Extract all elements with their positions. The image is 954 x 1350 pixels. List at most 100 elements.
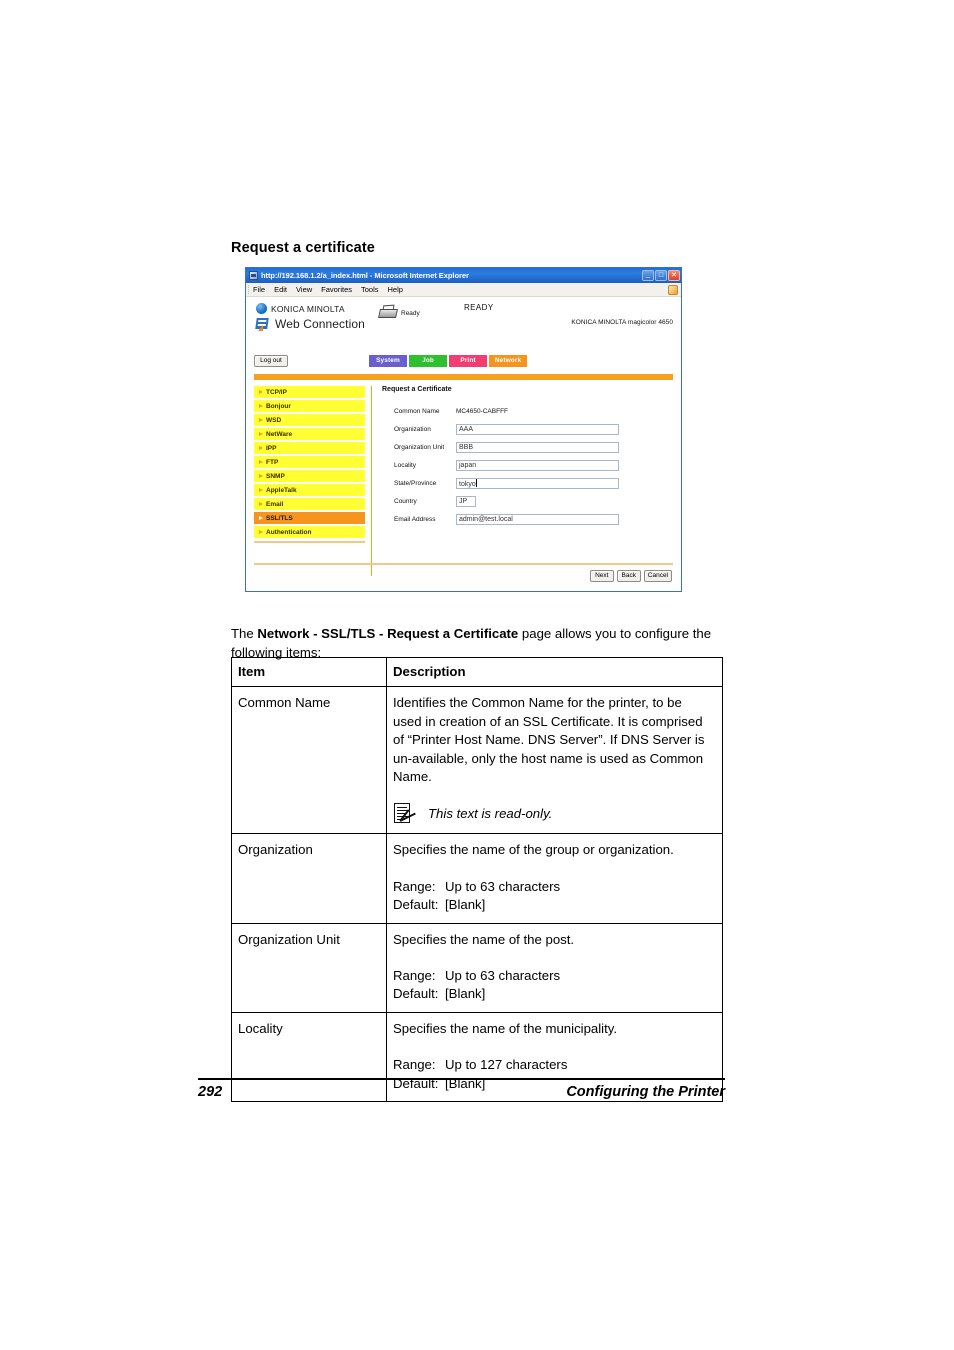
browser-window: http://192.168.1.2/a_index.html - Micros… xyxy=(245,267,682,592)
maximize-button[interactable]: □ xyxy=(655,270,667,281)
row-range: Range: Up to 127 characters xyxy=(393,1056,714,1074)
sidebar-item-ftp[interactable]: FTP xyxy=(254,456,365,468)
state-province-value: tokyo xyxy=(459,480,476,488)
sidebar-item-appletalk[interactable]: AppleTalk xyxy=(254,484,365,496)
sidebar-item-snmp[interactable]: SNMP xyxy=(254,470,365,482)
field-row-organization-unit: Organization Unit BBB xyxy=(382,438,673,456)
table-row: Common Name Identifies the Common Name f… xyxy=(231,686,723,835)
row-description-text: Identifies the Common Name for the print… xyxy=(393,695,705,785)
row-description: Specifies the name of the post. Range: U… xyxy=(386,922,723,1013)
table-row: Organization Specifies the name of the g… xyxy=(231,833,723,924)
range-value: Up to 127 characters xyxy=(445,1057,568,1073)
menu-edit[interactable]: Edit xyxy=(274,285,287,294)
email-label: Email Address xyxy=(394,515,436,523)
chevron-right-icon xyxy=(259,516,263,520)
browser-title-text: http://192.168.1.2/a_index.html - Micros… xyxy=(261,271,469,280)
tab-print[interactable]: Print xyxy=(449,355,487,367)
chevron-right-icon xyxy=(259,432,263,436)
minimize-button[interactable]: _ xyxy=(642,270,654,281)
app-tabbar: Log out System Job Print Network xyxy=(246,355,681,372)
row-item-name: Locality xyxy=(231,1011,387,1103)
organization-unit-label: Organization Unit xyxy=(394,443,445,451)
range-value: Up to 63 characters xyxy=(445,968,561,984)
organization-input[interactable]: AAA xyxy=(456,423,619,435)
next-button[interactable]: Next xyxy=(589,570,614,582)
state-province-label: State/Province xyxy=(394,479,437,487)
page-title: Request a certificate xyxy=(231,240,375,256)
common-name-label: Common Name xyxy=(394,407,440,415)
brand-name: KONICA MINOLTA xyxy=(271,303,345,314)
browser-titlebar: http://192.168.1.2/a_index.html - Micros… xyxy=(246,268,681,283)
chevron-right-icon xyxy=(259,418,263,422)
organization-unit-input[interactable]: BBB xyxy=(456,441,619,453)
form-title: Request a Certificate xyxy=(382,386,452,393)
close-button[interactable]: ✕ xyxy=(668,270,680,281)
intro-bold: Network - SSL/TLS - Request a Certificat… xyxy=(257,626,519,642)
sidebar-item-netware[interactable]: NetWare xyxy=(254,428,365,440)
range-value: Up to 63 characters xyxy=(445,878,561,894)
form-button-row: Next Back Cancel xyxy=(589,570,672,582)
menu-view[interactable]: View xyxy=(296,285,312,294)
ie-document-icon xyxy=(249,271,258,280)
tab-network[interactable]: Network xyxy=(489,355,527,367)
sidebar-item-label: SSL/TLS xyxy=(266,514,293,522)
cancel-button[interactable]: Cancel xyxy=(643,570,672,582)
row-default: Default: [Blank] xyxy=(393,896,714,914)
sidebar-item-label: Bonjour xyxy=(266,402,291,410)
minimize-icon: _ xyxy=(646,271,650,278)
locality-input[interactable]: japan xyxy=(456,459,619,471)
sidebar-item-bonjour[interactable]: Bonjour xyxy=(254,400,365,412)
logout-button[interactable]: Log out xyxy=(254,355,288,367)
sidebar-item-tcpip[interactable]: TCP/IP xyxy=(254,386,365,398)
table-row: Organization Unit Specifies the name of … xyxy=(231,922,723,1013)
field-row-state-province: State/Province tokyo xyxy=(382,474,673,492)
column-header-description: Description xyxy=(386,656,723,688)
tab-job[interactable]: Job xyxy=(409,355,447,367)
locality-label: Locality xyxy=(394,461,417,469)
field-row-email: Email Address admin@test.local xyxy=(382,510,673,528)
organization-label: Organization xyxy=(394,425,431,433)
chevron-right-icon xyxy=(259,390,263,394)
row-description: Identifies the Common Name for the print… xyxy=(386,686,723,835)
sidebar-item-ipp[interactable]: IPP xyxy=(254,442,365,454)
row-item-name: Organization xyxy=(231,833,387,924)
default-value: [Blank] xyxy=(445,986,486,1002)
row-default: Default: [Blank] xyxy=(393,985,714,1003)
sidebar-item-authentication[interactable]: Authentication xyxy=(254,526,365,538)
sidebar-item-label: TCP/IP xyxy=(266,388,287,396)
close-icon: ✕ xyxy=(671,272,677,279)
intro-prefix: The xyxy=(231,626,258,642)
sidebar-item-label: WSD xyxy=(266,416,282,424)
page-number: 292 xyxy=(198,1084,223,1100)
sidebar-nav: TCP/IP Bonjour WSD NetWare IPP FTP SNMP … xyxy=(254,386,372,576)
readonly-note-text: This text is read-only. xyxy=(428,806,553,822)
chevron-right-icon xyxy=(259,474,263,478)
text-caret xyxy=(475,478,477,487)
country-input[interactable]: JP xyxy=(456,495,476,507)
sidebar-item-email[interactable]: Email xyxy=(254,498,365,510)
items-table: Item Description Common Name Identifies … xyxy=(231,656,723,1103)
email-input[interactable]: admin@test.local xyxy=(456,513,619,525)
menu-favorites[interactable]: Favorites xyxy=(321,285,352,294)
sidebar-item-label: SNMP xyxy=(266,472,285,480)
tab-list: System Job Print Network xyxy=(369,355,529,367)
range-key: Range: xyxy=(393,968,436,984)
back-button[interactable]: Back xyxy=(616,570,641,582)
menu-file[interactable]: File xyxy=(253,285,265,294)
printer-icon xyxy=(378,304,399,320)
sidebar-item-wsd[interactable]: WSD xyxy=(254,414,365,426)
row-range: Range: Up to 63 characters xyxy=(393,878,714,896)
app-header: KONICA MINOLTA Web Connection Ready READ… xyxy=(246,297,681,355)
state-province-input[interactable]: tokyo xyxy=(456,477,619,489)
chevron-right-icon xyxy=(259,460,263,464)
menu-help[interactable]: Help xyxy=(388,285,403,294)
table-header-row: Item Description xyxy=(231,656,723,688)
menu-tools[interactable]: Tools xyxy=(361,285,379,294)
range-key: Range: xyxy=(393,878,436,894)
pagescope-logo-icon xyxy=(255,318,272,331)
sidebar-item-ssl-tls[interactable]: SSL/TLS xyxy=(254,512,365,524)
product-name: Web Connection xyxy=(275,317,365,331)
readonly-note: This text is read-only. xyxy=(393,803,714,825)
tab-system[interactable]: System xyxy=(369,355,407,367)
column-header-item: Item xyxy=(231,656,387,688)
